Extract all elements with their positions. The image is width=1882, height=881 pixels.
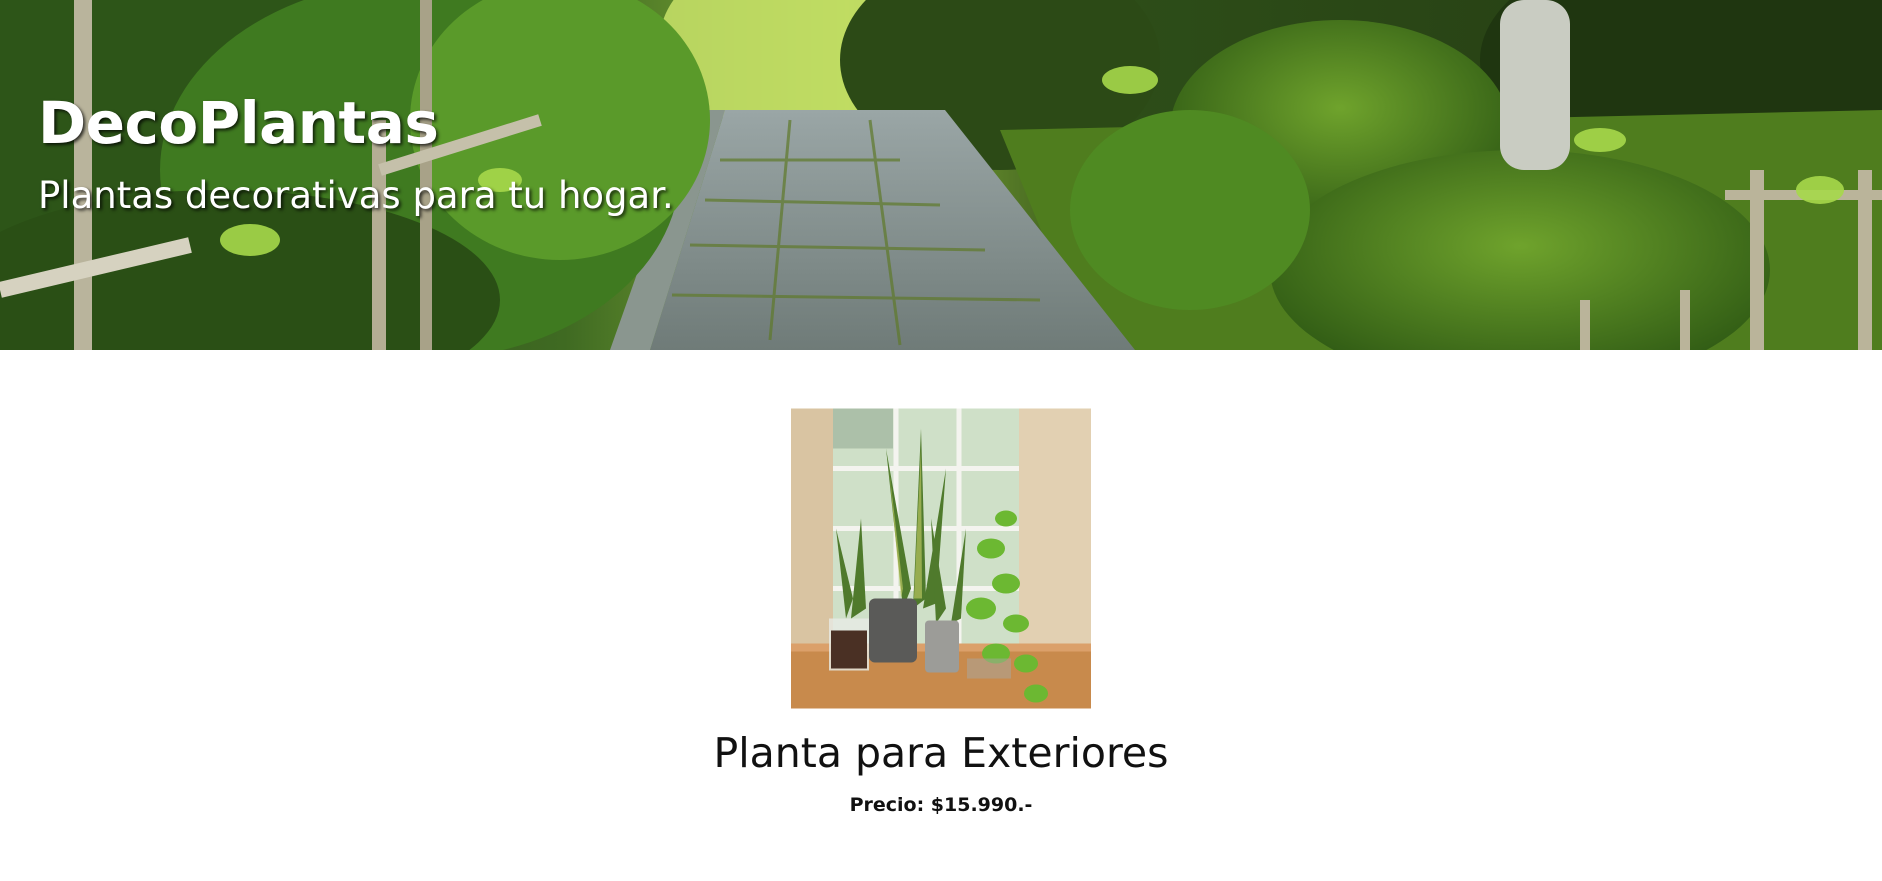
potted-plants-by-window-image <box>791 408 1091 709</box>
site-title: DecoPlantas <box>38 89 439 157</box>
product-card: Planta para Exteriores Precio: $15.990.- <box>0 408 1882 816</box>
product-price: Precio: $15.990.- <box>849 794 1033 817</box>
hero-text-block: DecoPlantas Plantas decorativas para tu … <box>38 89 674 217</box>
hero-banner: DecoPlantas Plantas decorativas para tu … <box>0 0 1882 350</box>
product-name: Planta para Exteriores <box>713 729 1169 777</box>
site-subtitle: Plantas decorativas para tu hogar. <box>38 173 674 217</box>
